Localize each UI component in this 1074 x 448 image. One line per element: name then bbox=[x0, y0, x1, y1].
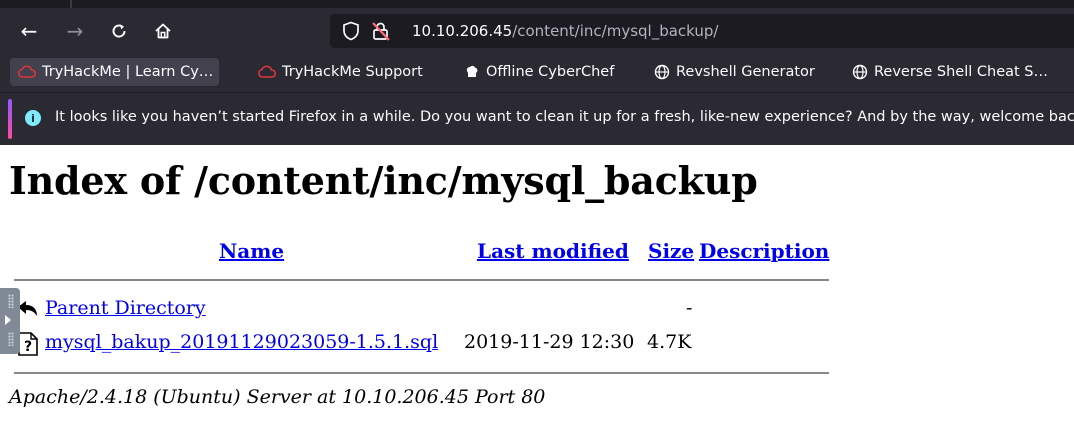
tab-divider bbox=[70, 0, 72, 8]
cyberchef-icon bbox=[466, 65, 478, 77]
footer-divider bbox=[14, 372, 829, 374]
url-path: /content/inc/mysql_backup/ bbox=[512, 22, 719, 40]
tab-strip bbox=[0, 0, 1074, 8]
header-divider bbox=[14, 279, 829, 281]
reload-icon bbox=[112, 24, 126, 38]
home-icon bbox=[155, 23, 171, 39]
bookmark-label: Offline CyberChef bbox=[486, 64, 615, 80]
navigation-toolbar: ← → 10.10.206.45/content/inc/mysql_backu… bbox=[0, 8, 1074, 54]
tryhackme-icon bbox=[18, 65, 36, 78]
back-button[interactable]: ← bbox=[12, 8, 46, 54]
bookmark-label: TryHackMe Support bbox=[282, 64, 423, 80]
bookmark-label: Revshell Generator bbox=[676, 64, 815, 80]
home-button[interactable] bbox=[146, 8, 180, 54]
notification-message: It looks like you haven’t started Firefo… bbox=[55, 109, 1074, 125]
bookmark-tryhackme-support[interactable]: TryHackMe Support bbox=[258, 58, 423, 86]
sort-by-last-modified-link[interactable]: Last modified bbox=[477, 239, 629, 263]
url-text[interactable]: 10.10.206.45/content/inc/mysql_backup/ bbox=[412, 22, 718, 40]
side-panel-handle[interactable] bbox=[0, 288, 20, 354]
bookmark-revshell-generator[interactable]: Revshell Generator bbox=[654, 58, 815, 86]
bookmarks-toolbar: TryHackMe | Learn Cy… TryHackMe Support … bbox=[0, 54, 1074, 92]
file-size: 4.7K bbox=[647, 331, 692, 353]
svg-text:?: ? bbox=[24, 339, 32, 355]
shield-icon[interactable] bbox=[342, 21, 360, 41]
bookmark-offline-cyberchef[interactable]: Offline CyberChef bbox=[464, 58, 614, 86]
notification-bar: i It looks like you haven’t started Fire… bbox=[0, 92, 1074, 145]
reload-button[interactable] bbox=[102, 8, 136, 54]
bookmark-reverse-shell-cheat-sheet[interactable]: Reverse Shell Cheat S… bbox=[852, 58, 1048, 86]
forward-button[interactable]: → bbox=[58, 8, 92, 54]
tryhackme-icon bbox=[258, 65, 276, 78]
url-host: 10.10.206.45 bbox=[412, 22, 513, 40]
sql-backup-file-link[interactable]: mysql_bakup_20191129023059-1.5.1.sql bbox=[45, 331, 438, 353]
parent-directory-link[interactable]: Parent Directory bbox=[45, 297, 206, 319]
server-signature: Apache/2.4.18 (Ubuntu) Server at 10.10.2… bbox=[9, 386, 546, 408]
page-title: Index of /content/inc/mysql_backup bbox=[9, 158, 758, 203]
bookmark-tryhackme-learn[interactable]: TryHackMe | Learn Cy… bbox=[10, 58, 220, 86]
arrow-left-icon: ← bbox=[20, 19, 38, 43]
sort-by-description-link[interactable]: Description bbox=[699, 239, 829, 263]
file-last-modified: 2019-11-29 12:30 bbox=[464, 331, 635, 353]
sort-by-name-link[interactable]: Name bbox=[219, 239, 284, 263]
grip-icon bbox=[8, 294, 14, 308]
globe-icon bbox=[852, 64, 868, 80]
info-icon: i bbox=[25, 110, 41, 126]
chevron-right-icon bbox=[5, 315, 11, 325]
bookmark-label: Reverse Shell Cheat S… bbox=[874, 64, 1048, 80]
arrow-right-icon: → bbox=[66, 19, 84, 43]
notification-accent bbox=[8, 99, 12, 139]
bookmark-label: TryHackMe | Learn Cy… bbox=[42, 64, 214, 80]
grip-icon bbox=[8, 332, 14, 346]
sort-by-size-link[interactable]: Size bbox=[648, 239, 694, 263]
address-bar[interactable]: 10.10.206.45/content/inc/mysql_backup/ bbox=[330, 14, 1074, 48]
globe-icon bbox=[654, 64, 670, 80]
file-size: - bbox=[686, 297, 693, 319]
insecure-lock-icon[interactable] bbox=[370, 20, 392, 42]
